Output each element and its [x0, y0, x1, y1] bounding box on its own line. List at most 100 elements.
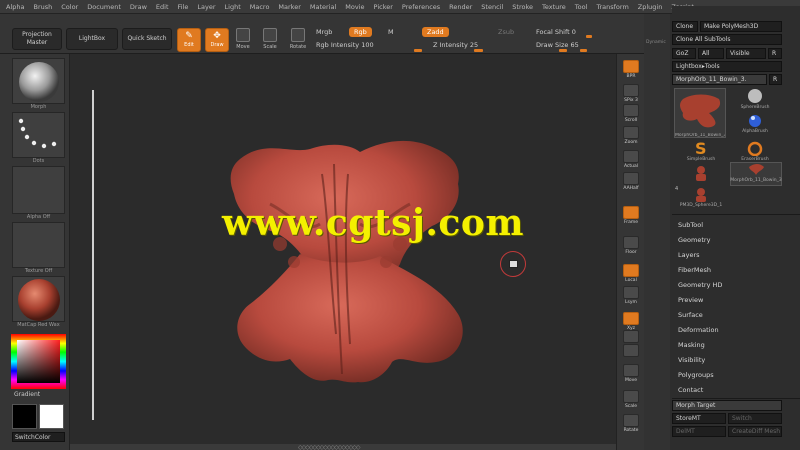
tool-morph-orb[interactable]: MorphOrb_11_Bowin_3 — [730, 162, 782, 186]
del-mt-button[interactable]: DelMT — [672, 426, 726, 437]
zsub-toggle[interactable]: Zsub — [498, 28, 514, 36]
rotate-mode-button[interactable]: Rotate — [288, 28, 308, 54]
menu-item-transform[interactable]: Transform — [596, 3, 628, 11]
tool-sphere-brush[interactable]: SphereBrush — [741, 88, 769, 110]
clone-all-subtools-button[interactable]: Clone All SubTools — [672, 34, 782, 45]
alpha-picker[interactable] — [12, 166, 65, 214]
move-mode-button[interactable]: Move — [233, 28, 253, 54]
draw-size-slider[interactable]: Draw Size 65 — [536, 41, 579, 49]
tool-menu-geometry[interactable]: Geometry — [678, 236, 710, 244]
goz-r-button[interactable]: R — [768, 48, 782, 59]
zadd-toggle[interactable]: Zadd — [422, 27, 449, 37]
main-color-swatch[interactable] — [12, 404, 37, 429]
tool-figure[interactable] — [688, 164, 714, 186]
all-button[interactable]: All — [698, 48, 724, 59]
quick-sketch-button[interactable]: Quick Sketch — [122, 28, 172, 50]
shelf-button-actual[interactable]: Actual — [620, 150, 642, 172]
bottom-handle-icon[interactable]: ◇◇◇◇◇◇◇◇◇◇◇◇◇◇◇◇◇ — [298, 444, 360, 450]
menu-item-edit[interactable]: Edit — [156, 3, 169, 11]
lightbox-tools-button[interactable]: Lightbox▸Tools — [672, 61, 782, 72]
menu-item-render[interactable]: Render — [449, 3, 472, 11]
menu-item-tool[interactable]: Tool — [575, 3, 588, 11]
color-picker[interactable] — [11, 334, 66, 389]
menu-item-file[interactable]: File — [178, 3, 189, 11]
m-toggle[interactable]: M — [388, 28, 394, 36]
draw-mode-button[interactable]: ✥ Draw — [205, 28, 229, 52]
store-mt-button[interactable]: StoreMT — [672, 413, 726, 424]
tool-eraser-brush[interactable]: EraserBrush — [741, 140, 769, 162]
shelf-button-spix-3[interactable]: SPix 3 — [620, 84, 642, 106]
morph-target-header[interactable]: Morph Target — [672, 400, 782, 411]
menu-item-picker[interactable]: Picker — [374, 3, 393, 11]
menu-item-macro[interactable]: Macro — [250, 3, 270, 11]
tool-menu-contact[interactable]: Contact — [678, 386, 703, 394]
menu-item-light[interactable]: Light — [225, 3, 241, 11]
menu-item-texture[interactable]: Texture — [542, 3, 566, 11]
switch-button[interactable]: Switch — [728, 413, 782, 424]
projection-master-button[interactable]: Projection Master — [12, 28, 62, 50]
tool-menu-subtool[interactable]: SubTool — [678, 221, 703, 229]
menu-item-material[interactable]: Material — [310, 3, 336, 11]
menu-item-stroke[interactable]: Stroke — [512, 3, 533, 11]
material-picker[interactable] — [12, 276, 65, 322]
shelf-button-zoom[interactable]: Zoom — [620, 126, 642, 148]
shelf-button-local[interactable]: Local — [620, 264, 642, 286]
edit-mode-button[interactable]: ✎ Edit — [177, 28, 201, 52]
shelf-button-bpr[interactable]: BPR — [620, 60, 642, 82]
texture-picker[interactable] — [12, 222, 65, 268]
tool-sphere3d[interactable]: PM3D_Sphere3D_1 — [680, 186, 722, 208]
current-tool-r-button[interactable]: R — [769, 74, 782, 85]
tool-simple-brush[interactable]: S SimpleBrush — [687, 140, 715, 162]
brush-picker[interactable] — [12, 58, 65, 104]
menu-item-brush[interactable]: Brush — [33, 3, 52, 11]
make-polymesh-button[interactable]: Make PolyMesh3D — [700, 21, 782, 32]
shelf-button-aahalf[interactable]: AAHalf — [620, 172, 642, 194]
menu-item-movie[interactable]: Movie — [345, 3, 364, 11]
menu-item-alpha[interactable]: Alpha — [6, 3, 24, 11]
create-diff-mesh-button[interactable]: CreateDiff Mesh — [728, 426, 782, 437]
menu-item-zplugin[interactable]: Zplugin — [638, 3, 663, 11]
shelf-button-floor[interactable]: Floor — [620, 236, 642, 258]
visible-button[interactable]: Visible — [726, 48, 766, 59]
menu-item-stencil[interactable]: Stencil — [481, 3, 503, 11]
document-canvas[interactable]: www.cgtsj.com — [70, 54, 616, 444]
menu-item-color[interactable]: Color — [61, 3, 78, 11]
switch-color-button[interactable]: SwitchColor — [12, 432, 65, 442]
scale-mode-button[interactable]: Scale — [260, 28, 280, 54]
tray-handle[interactable]: Dynamic — [644, 14, 670, 450]
tool-menu-visibility[interactable]: Visibility — [678, 356, 705, 364]
tool-menu-masking[interactable]: Masking — [678, 341, 705, 349]
rgb-intensity-slider[interactable]: Rgb Intensity 100 — [316, 41, 374, 49]
shelf-button-extra-12[interactable] — [620, 344, 642, 366]
menu-item-preferences[interactable]: Preferences — [402, 3, 440, 11]
shelf-button-rotate[interactable]: Rotate — [620, 414, 642, 436]
menu-item-draw[interactable]: Draw — [130, 3, 147, 11]
tool-menu-layers[interactable]: Layers — [678, 251, 700, 259]
shelf-button-frame[interactable]: Frame — [620, 206, 642, 228]
tool-alpha-brush[interactable]: AlphaBrush — [742, 112, 768, 134]
rgb-toggle[interactable]: Rgb — [349, 27, 372, 37]
tool-menu-geometry-hd[interactable]: Geometry HD — [678, 281, 722, 289]
tool-menu-polygroups[interactable]: Polygroups — [678, 371, 714, 379]
shelf-button-scale[interactable]: Scale — [620, 390, 642, 412]
shelf-button-scroll[interactable]: Scroll — [620, 104, 642, 126]
focal-shift-slider[interactable]: Focal Shift 0 — [536, 28, 576, 36]
clone-button[interactable]: Clone — [672, 21, 698, 32]
mrgb-toggle[interactable]: Mrgb — [316, 28, 332, 36]
menu-item-marker[interactable]: Marker — [278, 3, 300, 11]
menu-item-layer[interactable]: Layer — [197, 3, 215, 11]
tool-menu-fibermesh[interactable]: FiberMesh — [678, 266, 711, 274]
gradient-label[interactable]: Gradient — [14, 391, 40, 398]
z-intensity-slider[interactable]: Z Intensity 25 — [433, 41, 478, 49]
stroke-picker[interactable] — [12, 112, 65, 158]
shelf-button-move[interactable]: Move — [620, 364, 642, 386]
tool-menu-preview[interactable]: Preview — [678, 296, 703, 304]
goz-button[interactable]: GoZ — [672, 48, 696, 59]
menu-item-document[interactable]: Document — [87, 3, 121, 11]
tool-menu-deformation[interactable]: Deformation — [678, 326, 719, 334]
tool-menu-surface[interactable]: Surface — [678, 311, 703, 319]
lightbox-button[interactable]: LightBox — [66, 28, 118, 50]
secondary-color-swatch[interactable] — [39, 404, 64, 429]
tool-thumb-main[interactable]: MorphOrb_11_Bowin_3 — [674, 88, 726, 138]
current-tool-slot[interactable]: MorphOrb_11_Bowin_3. — [672, 74, 767, 85]
